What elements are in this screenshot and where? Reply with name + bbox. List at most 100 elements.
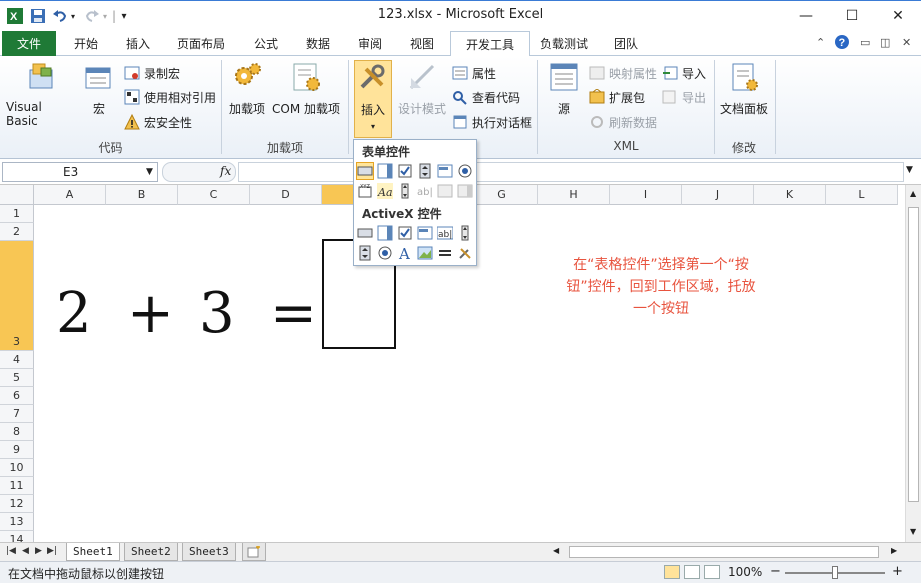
tab-file[interactable]: 文件 [2, 31, 56, 56]
close-button[interactable]: ✕ [875, 1, 921, 30]
tab-team[interactable]: 团队 [602, 31, 650, 56]
cell-b3[interactable]: + [127, 286, 174, 342]
page-break-view-icon[interactable] [704, 565, 720, 579]
activex-label-icon[interactable]: A [397, 245, 413, 261]
run-dialog-button[interactable]: 执行对话框 [452, 112, 532, 132]
next-sheet-icon[interactable]: ▶ [35, 546, 42, 556]
activex-scroll-bar-icon[interactable] [457, 225, 473, 241]
cell-c3[interactable]: 3 [199, 286, 235, 342]
insert-sheet-icon[interactable] [242, 543, 266, 561]
document-panel-button[interactable]: 文档面板 [718, 60, 770, 117]
activex-combo-box-icon[interactable] [377, 225, 393, 241]
vertical-scroll-thumb[interactable] [908, 207, 919, 502]
row-header-3[interactable]: 3 [0, 241, 34, 351]
tab-review[interactable]: 审阅 [346, 31, 394, 56]
activex-list-box-icon[interactable] [417, 225, 433, 241]
relative-refs-button[interactable]: 使用相对引用 [124, 87, 216, 107]
column-header-j[interactable]: J [682, 185, 754, 205]
button-control-icon[interactable] [356, 162, 374, 180]
refresh-data-button[interactable]: 刷新数据 [589, 112, 657, 132]
column-header-c[interactable]: C [178, 185, 250, 205]
activex-option-button-icon[interactable] [377, 245, 393, 261]
column-header-b[interactable]: B [106, 185, 178, 205]
column-header-d[interactable]: D [250, 185, 322, 205]
column-header-i[interactable]: I [610, 185, 682, 205]
row-header-9[interactable]: 9 [0, 441, 34, 459]
maximize-workbook-icon[interactable]: ◫ [880, 36, 890, 49]
combo-box-control-icon[interactable] [377, 163, 393, 179]
addins-button[interactable]: 加载项 [226, 60, 268, 117]
row-header-12[interactable]: 12 [0, 495, 34, 513]
activex-text-box-icon[interactable]: ab| [437, 225, 453, 241]
first-sheet-icon[interactable]: |◀ [6, 546, 16, 556]
activex-spin-button-icon[interactable] [357, 245, 373, 261]
tab-data[interactable]: 数据 [294, 31, 342, 56]
insert-control-button[interactable]: 插入 ▾ [354, 60, 392, 138]
column-header-k[interactable]: K [754, 185, 826, 205]
tab-formulas[interactable]: 公式 [242, 31, 290, 56]
page-layout-view-icon[interactable] [684, 565, 700, 579]
spin-button-control-icon[interactable] [417, 163, 433, 179]
scroll-up-icon[interactable]: ▲ [910, 189, 916, 198]
column-header-l[interactable]: L [826, 185, 898, 205]
activex-button-icon[interactable] [357, 225, 373, 241]
view-code-button[interactable]: 查看代码 [452, 87, 520, 107]
zoom-level[interactable]: 100% [728, 565, 762, 579]
activex-toggle-button-icon[interactable] [437, 245, 453, 261]
zoom-in-icon[interactable]: + [892, 564, 903, 579]
sheet-tab-sheet1[interactable]: Sheet1 [66, 543, 120, 561]
name-box-dropdown-icon[interactable]: ▼ [146, 167, 153, 177]
insert-function-icon[interactable]: fx [220, 164, 231, 178]
zoom-out-icon[interactable]: − [770, 564, 781, 579]
sheet-tab-sheet3[interactable]: Sheet3 [182, 543, 236, 561]
tab-insert[interactable]: 插入 [114, 31, 162, 56]
map-properties-button[interactable]: 映射属性 [589, 63, 657, 83]
scroll-down-icon[interactable]: ▼ [910, 527, 916, 536]
name-box[interactable]: E3 [2, 162, 158, 182]
visual-basic-button[interactable]: Visual Basic [6, 60, 76, 128]
close-workbook-icon[interactable]: ✕ [902, 36, 911, 49]
restore-workbook-icon[interactable]: ▭ [860, 36, 870, 49]
source-button[interactable]: 源 [546, 60, 582, 117]
macros-button[interactable]: 宏 [82, 60, 116, 117]
label-control-icon[interactable]: Aa [377, 183, 393, 199]
tab-view[interactable]: 视图 [398, 31, 446, 56]
option-button-control-icon[interactable] [457, 163, 473, 179]
vertical-scrollbar[interactable]: ▲ ▼ [905, 185, 921, 542]
row-header-1[interactable]: 1 [0, 205, 34, 223]
row-header-13[interactable]: 13 [0, 513, 34, 531]
list-box-control-icon[interactable] [437, 163, 453, 179]
group-box-control-icon[interactable]: XYZ [357, 183, 373, 199]
tab-load-test[interactable]: 负载测试 [534, 31, 594, 56]
row-header-6[interactable]: 6 [0, 387, 34, 405]
record-macro-button[interactable]: 录制宏 [124, 63, 180, 83]
checkbox-control-icon[interactable] [397, 163, 413, 179]
tab-page-layout[interactable]: 页面布局 [168, 31, 234, 56]
tab-developer[interactable]: 开发工具 [450, 31, 530, 57]
text-field-control-icon[interactable]: ab| [417, 183, 433, 199]
combo-dropdown-edit-control-icon[interactable] [457, 183, 473, 199]
column-header-h[interactable]: H [538, 185, 610, 205]
minimize-button[interactable]: — [783, 1, 829, 30]
cell-a3[interactable]: 2 [56, 286, 92, 342]
expand-formula-bar-icon[interactable]: ▼ [906, 165, 913, 175]
prev-sheet-icon[interactable]: ◀ [22, 546, 29, 556]
horizontal-scroll-thumb[interactable] [569, 546, 879, 558]
row-header-11[interactable]: 11 [0, 477, 34, 495]
zoom-slider-handle[interactable] [832, 566, 838, 579]
normal-view-icon[interactable] [664, 565, 680, 579]
design-mode-button[interactable]: 设计模式 [396, 60, 448, 117]
row-header-8[interactable]: 8 [0, 423, 34, 441]
row-header-7[interactable]: 7 [0, 405, 34, 423]
row-header-5[interactable]: 5 [0, 369, 34, 387]
row-header-10[interactable]: 10 [0, 459, 34, 477]
help-icon[interactable]: ? [834, 34, 850, 53]
macro-security-button[interactable]: 宏安全性 [124, 112, 192, 132]
more-controls-icon[interactable] [457, 245, 473, 261]
scroll-left-icon[interactable]: ◀ [553, 546, 559, 555]
row-header-4[interactable]: 4 [0, 351, 34, 369]
last-sheet-icon[interactable]: ▶| [47, 546, 57, 556]
row-header-2[interactable]: 2 [0, 223, 34, 241]
maximize-button[interactable]: ☐ [829, 1, 875, 30]
row-header-14[interactable]: 14 [0, 531, 34, 542]
